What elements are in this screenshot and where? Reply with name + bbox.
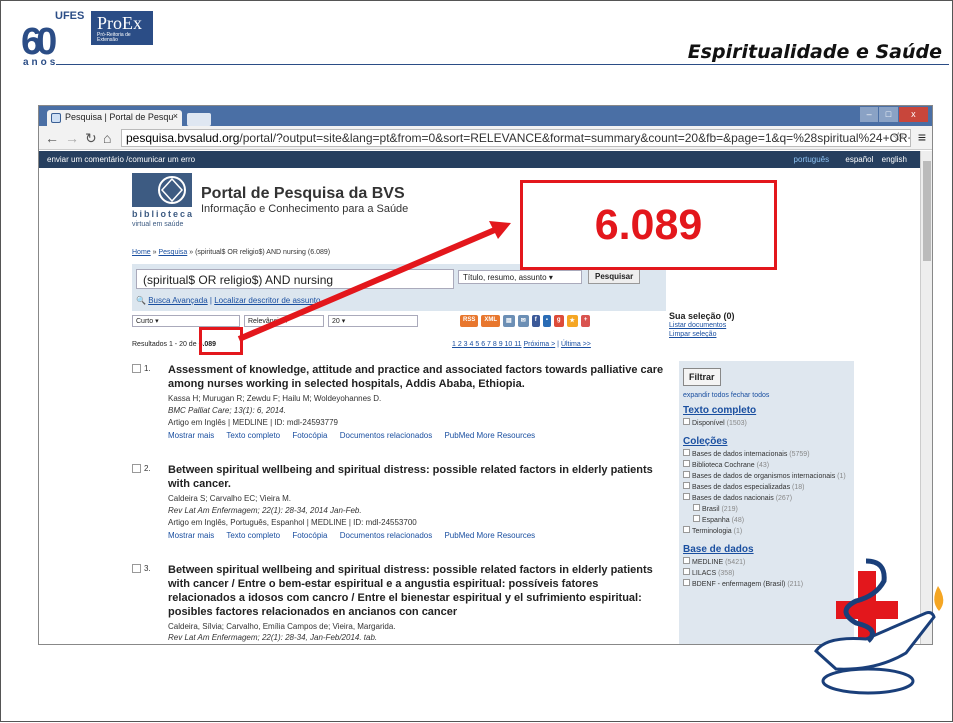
- nursing-lamp-emblem-icon: [814, 558, 944, 695]
- slide: 60 UFES ProEx Pró-Reitoria de Extensão a…: [0, 0, 953, 722]
- result-count-callout: 6.089: [520, 180, 777, 270]
- result-count-highlight: [199, 327, 243, 355]
